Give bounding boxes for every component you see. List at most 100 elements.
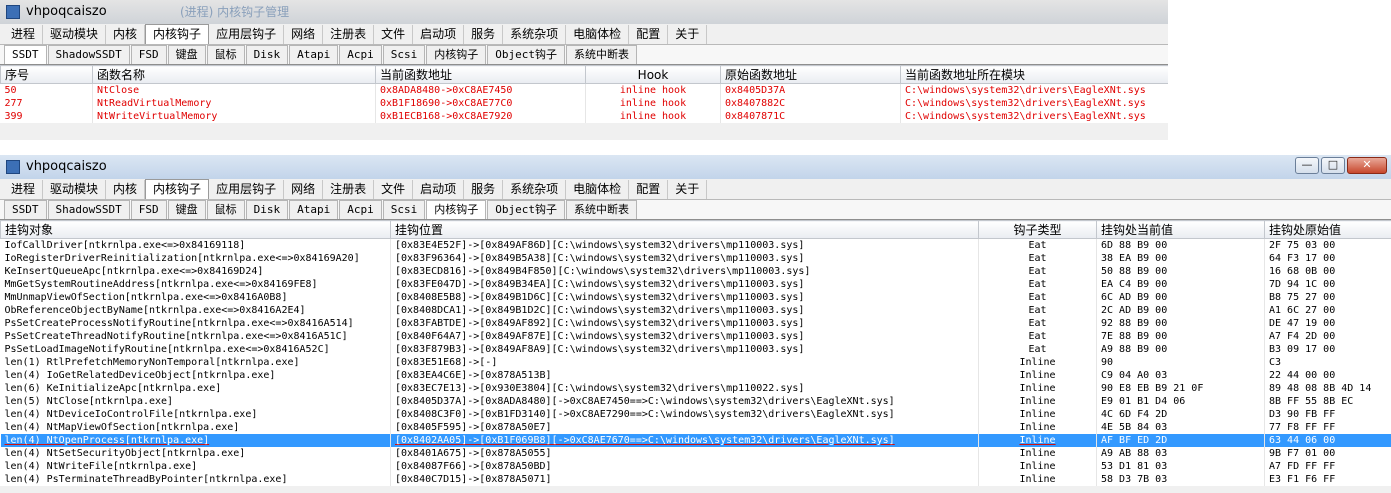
sub-tab-disk[interactable]: Disk: [245, 45, 289, 64]
table-row[interactable]: len(4) NtWriteFile[ntkrnlpa.exe] [0x84087…: [0, 460, 1391, 473]
table-cell: Inline: [978, 421, 1097, 434]
table-cell: Inline: [978, 356, 1097, 369]
table-row[interactable]: IoRegisterDriverReinitialization[ntkrnlp…: [0, 252, 1391, 265]
table-row[interactable]: IofCallDriver[ntkrnlpa.exe<=>0x84169118]…: [0, 238, 1391, 252]
table-row[interactable]: PsSetCreateProcessNotifyRoutine[ntkrnlpa…: [0, 317, 1391, 330]
minimize-button[interactable]: —: [1295, 157, 1319, 174]
table-row[interactable]: 277 NtReadVirtualMemory 0xB1F18690->0xC8AE…: [0, 97, 1168, 110]
table-row[interactable]: len(4) NtMapViewOfSection[ntkrnlpa.exe][…: [0, 421, 1391, 434]
column-header-4[interactable]: 原始函数地址: [720, 65, 901, 84]
table-cell: IoRegisterDriverReinitialization[ntkrnlp…: [0, 252, 391, 265]
main-tab-item-8[interactable]: 启动项: [413, 180, 465, 199]
main-tab-item-1[interactable]: 驱动模块: [43, 180, 107, 199]
main-tab-item-4[interactable]: 应用层钩子: [209, 180, 285, 199]
column-header-5[interactable]: 当前函数地址所在模块: [900, 65, 1168, 84]
sub-tab-atapi[interactable]: Atapi: [289, 200, 339, 219]
table-row[interactable]: ObReferenceObjectByName[ntkrnlpa.exe<=>0…: [0, 304, 1391, 317]
table-cell: Inline: [978, 408, 1097, 421]
sub-tab-scsi[interactable]: Scsi: [382, 45, 426, 64]
main-tab-item-11[interactable]: 电脑体检: [566, 180, 630, 199]
sub-tab-item-11[interactable]: 系统中断表: [565, 45, 637, 64]
table-row[interactable]: len(4) NtDeviceIoControlFile[ntkrnlpa.ex…: [0, 408, 1391, 421]
column-header-0[interactable]: 序号: [0, 65, 93, 84]
table-row[interactable]: len(4) IoGetRelatedDeviceObject[ntkrnlpa…: [0, 369, 1391, 382]
column-header-0[interactable]: 挂钩对象: [0, 220, 391, 239]
sub-tab-acpi[interactable]: Acpi: [339, 45, 382, 64]
sub-tab-item-11[interactable]: 系统中断表: [565, 200, 637, 219]
main-tab-item-6[interactable]: 注册表: [323, 25, 375, 44]
title-bar[interactable]: vhpoqcaiszo — □ ✕: [0, 155, 1391, 179]
sub-tab-fsd[interactable]: FSD: [130, 45, 167, 64]
maximize-button[interactable]: □: [1321, 157, 1345, 174]
main-tab-item-8[interactable]: 启动项: [413, 25, 465, 44]
column-header-2[interactable]: 钩子类型: [978, 220, 1097, 239]
sub-tab-disk[interactable]: Disk: [245, 200, 289, 219]
main-tab-item-6[interactable]: 注册表: [323, 180, 375, 199]
main-tab-item-3[interactable]: 内核钩子: [145, 24, 210, 44]
sub-tab-shadowssdt[interactable]: ShadowSSDT: [47, 200, 130, 219]
sub-tab-shadowssdt[interactable]: ShadowSSDT: [47, 45, 130, 64]
table-row[interactable]: MmUnmapViewOfSection[ntkrnlpa.exe<=>0x84…: [0, 291, 1391, 304]
column-header-1[interactable]: 函数名称: [92, 65, 376, 84]
sub-tab-fsd[interactable]: FSD: [130, 200, 167, 219]
main-tab-item-12[interactable]: 配置: [629, 25, 669, 44]
sub-tab-scsi[interactable]: Scsi: [382, 200, 426, 219]
main-tab-item-10[interactable]: 系统杂项: [503, 180, 567, 199]
sub-tab-ssdt[interactable]: SSDT: [4, 200, 47, 219]
main-tab-item-0[interactable]: 进程: [4, 180, 44, 199]
main-tab-item-1[interactable]: 驱动模块: [43, 25, 107, 44]
table-row[interactable]: len(4) NtSetSecurityObject[ntkrnlpa.exe]…: [0, 447, 1391, 460]
sub-tab-item-9[interactable]: 内核钩子: [426, 45, 487, 64]
sub-tab-item-4[interactable]: 鼠标: [206, 45, 245, 64]
main-tab-item-7[interactable]: 文件: [374, 180, 414, 199]
main-tab-item-12[interactable]: 配置: [629, 180, 669, 199]
table-cell: [0x8408C3F0]->[0xB1FD3140][->0xC8AE7290=…: [390, 408, 979, 421]
table-cell: 0x8ADA8480->0xC8AE7450: [375, 83, 586, 97]
main-tab-item-9[interactable]: 服务: [464, 25, 504, 44]
table-row[interactable]: len(1) RtlPrefetchMemoryNonTemporal[ntkr…: [0, 356, 1391, 369]
close-button[interactable]: ✕: [1347, 157, 1387, 174]
table-row[interactable]: 50 NtClose 0x8ADA8480->0xC8AE7450 inline ho…: [0, 83, 1168, 97]
table-row[interactable]: PsSetCreateThreadNotifyRoutine[ntkrnlpa.…: [0, 330, 1391, 343]
main-tab-item-7[interactable]: 文件: [374, 25, 414, 44]
title-bar[interactable]: vhpoqcaiszo (进程) 内核钩子管理: [0, 0, 1168, 24]
table-row[interactable]: MmGetSystemRoutineAddress[ntkrnlpa.exe<=…: [0, 278, 1391, 291]
table-cell: 7D 94 1C 00: [1264, 278, 1391, 291]
main-tab-item-5[interactable]: 网络: [284, 180, 324, 199]
sub-tab-ssdt[interactable]: SSDT: [4, 45, 47, 64]
sub-tab-atapi[interactable]: Atapi: [289, 45, 339, 64]
sub-tab-object[interactable]: Object钩子: [487, 45, 565, 64]
main-tab-item-13[interactable]: 关于: [668, 25, 708, 44]
sub-tab-item-4[interactable]: 鼠标: [206, 200, 245, 219]
sub-tab-item-3[interactable]: 键盘: [167, 45, 206, 64]
table-row[interactable]: len(4) NtOpenProcess[ntkrnlpa.exe] [0x840…: [0, 434, 1391, 447]
table-cell: len(4) PsTerminateThreadByPointer[ntkrnl…: [0, 473, 391, 486]
main-tab-item-13[interactable]: 关于: [668, 180, 708, 199]
sub-tab-acpi[interactable]: Acpi: [339, 200, 382, 219]
main-tab-item-5[interactable]: 网络: [284, 25, 324, 44]
column-header-2[interactable]: 当前函数地址: [375, 65, 586, 84]
table-row[interactable]: PsSetLoadImageNotifyRoutine[ntkrnlpa.exe…: [0, 343, 1391, 356]
column-header-1[interactable]: 挂钩位置: [390, 220, 979, 239]
table-cell: 38 EA B9 00: [1096, 252, 1265, 265]
table-row[interactable]: 399 NtWriteVirtualMemory 0xB1ECB168->0xC8A…: [0, 110, 1168, 123]
table-row[interactable]: KeInsertQueueApc[ntkrnlpa.exe<=>0x84169D…: [0, 265, 1391, 278]
column-header-3[interactable]: Hook: [585, 65, 721, 84]
sub-tab-item-9[interactable]: 内核钩子: [426, 200, 487, 219]
main-tab-item-0[interactable]: 进程: [4, 25, 44, 44]
sub-tab-object[interactable]: Object钩子: [487, 200, 565, 219]
column-header-3[interactable]: 挂钩处当前值: [1096, 220, 1265, 239]
sub-tab-item-3[interactable]: 键盘: [167, 200, 206, 219]
table-row[interactable]: len(4) PsTerminateThreadByPointer[ntkrnl…: [0, 473, 1391, 486]
column-header-4[interactable]: 挂钩处原始值: [1264, 220, 1391, 239]
table-cell: D3 90 FB FF: [1264, 408, 1391, 421]
main-tab-item-2[interactable]: 内核: [106, 180, 146, 199]
main-tab-item-10[interactable]: 系统杂项: [503, 25, 567, 44]
main-tab-item-3[interactable]: 内核钩子: [145, 179, 210, 199]
table-row[interactable]: len(6) KeInitializeApc[ntkrnlpa.exe] [0x8…: [0, 382, 1391, 395]
main-tab-item-11[interactable]: 电脑体检: [566, 25, 630, 44]
table-row[interactable]: len(5) NtClose[ntkrnlpa.exe] [0x8405D37A]…: [0, 395, 1391, 408]
main-tab-item-2[interactable]: 内核: [106, 25, 146, 44]
main-tab-item-9[interactable]: 服务: [464, 180, 504, 199]
main-tab-item-4[interactable]: 应用层钩子: [209, 25, 285, 44]
